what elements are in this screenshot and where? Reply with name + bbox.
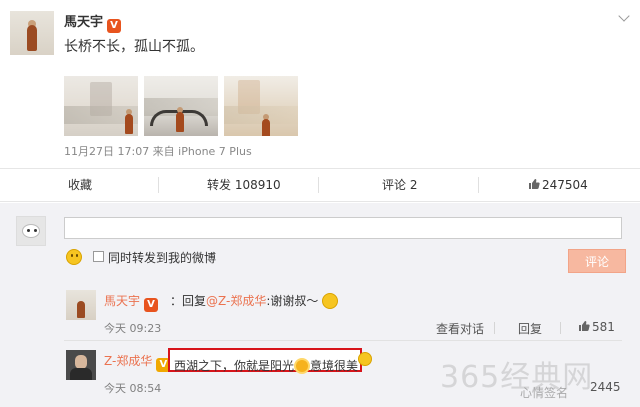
- watermark-subtitle: 心情签名: [520, 386, 569, 400]
- post-action-bar: 收藏 转发 108910 评论 2 247504: [0, 168, 640, 202]
- repost-checkbox-label: 同时转发到我的微博: [108, 251, 217, 265]
- view-conversation-link[interactable]: 查看对话: [436, 320, 484, 337]
- comment-like-count: 581: [592, 320, 615, 334]
- current-user-avatar[interactable]: [16, 216, 46, 246]
- comment-like-button[interactable]: 581: [578, 320, 615, 334]
- like-button[interactable]: 247504: [528, 169, 588, 201]
- post-photo-3[interactable]: [224, 76, 298, 136]
- comment-button[interactable]: 评论 2: [382, 169, 417, 201]
- comment-text: ：回复@Z-郑成华:谢谢叔～: [170, 292, 339, 309]
- post-meta: 11月27日 17:07 来自 iPhone 7 Plus: [64, 145, 252, 158]
- comment-like-count[interactable]: 2445: [590, 380, 621, 394]
- author-avatar[interactable]: [10, 11, 54, 55]
- comment-author-name[interactable]: Z-郑成华: [104, 354, 152, 368]
- author-name-text[interactable]: 馬天宇: [64, 15, 103, 30]
- comment-divider: [64, 340, 622, 341]
- comment-body-end: 意境很美: [310, 359, 359, 373]
- post-photo-2[interactable]: [144, 76, 218, 136]
- post-text: 长桥不长，孤山不孤。: [64, 39, 204, 55]
- comment-avatar[interactable]: [66, 290, 96, 320]
- collect-button[interactable]: 收藏: [68, 169, 92, 201]
- author-name[interactable]: 馬天宇 V: [64, 11, 122, 33]
- comment-avatar[interactable]: [66, 350, 96, 380]
- mention-link[interactable]: @Z-郑成华: [206, 294, 266, 308]
- repost-checkbox[interactable]: [93, 251, 104, 262]
- comment-input[interactable]: [64, 217, 622, 239]
- verified-badge-icon: V: [107, 19, 122, 33]
- smiley-emoji-icon: [358, 352, 373, 366]
- comment-body: :谢谢叔～: [266, 294, 319, 308]
- comment-time: 今天 09:23: [104, 322, 162, 335]
- chevron-down-icon[interactable]: [618, 10, 630, 22]
- comment-reply-prefix: ：回复: [170, 294, 207, 308]
- repost-button[interactable]: 转发 108910: [207, 169, 281, 201]
- comment-author[interactable]: Z-郑成华 V: [104, 352, 171, 372]
- reply-link[interactable]: 回复: [518, 320, 542, 337]
- sun-emoji-icon: [296, 360, 309, 372]
- comment-text: 西湖之下，你就是阳光 意境很美: [174, 352, 373, 374]
- submit-comment-button[interactable]: 评论: [568, 249, 626, 273]
- smiley-emoji-icon: [322, 293, 339, 309]
- like-count: 247504: [542, 178, 588, 192]
- post-photo-1[interactable]: [64, 76, 138, 136]
- thumb-up-icon: [529, 179, 540, 189]
- comment-author-name[interactable]: 馬天宇: [104, 294, 140, 308]
- comment-author[interactable]: 馬天宇 V: [104, 292, 159, 312]
- comment-body: 西湖之下，你就是阳光: [174, 359, 295, 373]
- thumb-up-icon: [579, 321, 590, 331]
- smiley-icon[interactable]: [66, 249, 82, 265]
- verified-badge-icon: V: [144, 298, 159, 312]
- comment-time: 今天 08:54: [104, 382, 162, 395]
- watermark: 365经典网: [440, 360, 594, 395]
